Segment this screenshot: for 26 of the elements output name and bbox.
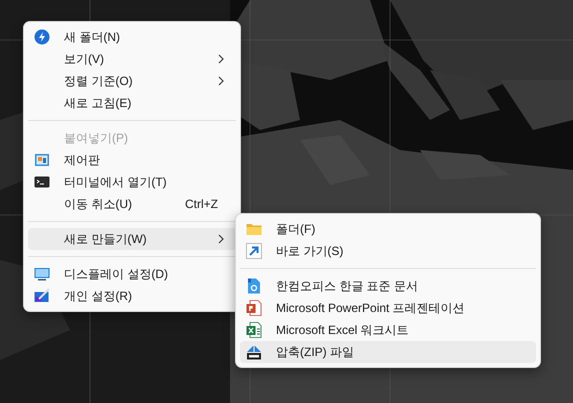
control-panel-icon: [34, 152, 50, 168]
menu-item[interactable]: 제어판: [28, 149, 236, 171]
menu-item[interactable]: 새 폴더(N): [28, 26, 236, 48]
menu-item[interactable]: 디스플레이 설정(D): [28, 263, 236, 285]
menu-item[interactable]: 정렬 기준(O): [28, 70, 236, 92]
menu-item[interactable]: 터미널에서 열기(T): [28, 171, 236, 193]
menu-item[interactable]: 개인 설정(R): [28, 285, 236, 307]
menu-item[interactable]: 한컴오피스 한글 표준 문서: [240, 275, 536, 297]
monitor-icon: [34, 266, 50, 282]
document-icon: [246, 278, 262, 294]
menu-item[interactable]: 폴더(F): [240, 218, 536, 240]
menu-item[interactable]: Microsoft Excel 워크시트: [240, 319, 536, 341]
archive-icon: [246, 344, 262, 360]
presentation-file-icon: [246, 300, 262, 316]
menu-item[interactable]: Microsoft PowerPoint 프레젠테이션: [240, 297, 536, 319]
menu-item[interactable]: 이동 취소(U) Ctrl+Z: [28, 193, 236, 215]
lightning-icon: [34, 29, 50, 45]
spreadsheet-file-icon: [246, 322, 262, 338]
terminal-icon: [34, 174, 50, 190]
menu-item[interactable]: 압축(ZIP) 파일: [240, 341, 536, 363]
folder-icon: [246, 221, 262, 237]
menu-item[interactable]: 바로 가기(S): [240, 240, 536, 262]
menu-item[interactable]: 새로 만들기(W): [28, 228, 236, 250]
menu-item[interactable]: 새로 고침(E): [28, 92, 236, 114]
menu-item[interactable]: 보기(V): [28, 48, 236, 70]
paintbrush-icon: [34, 288, 50, 304]
